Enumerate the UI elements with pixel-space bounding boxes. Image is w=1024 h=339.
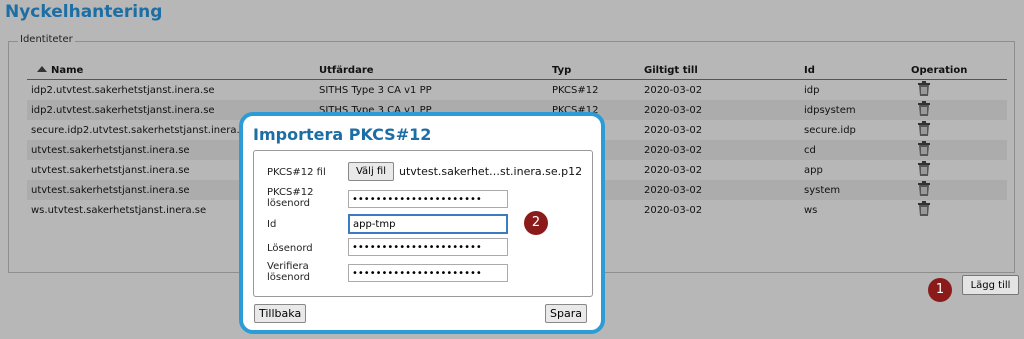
file-label: PKCS#12 fil <box>267 167 326 178</box>
cell-id: system <box>800 180 907 200</box>
pkcs-password-label: PKCS#12 lösenord <box>267 187 314 209</box>
id-label: Id <box>267 219 277 230</box>
cell-operation <box>907 160 1007 180</box>
cell-issuer: SITHS Type 3 CA v1 PP <box>319 84 432 96</box>
choose-file-button[interactable]: Välj fil <box>348 162 394 181</box>
back-button[interactable]: Tillbaka <box>254 304 307 323</box>
cell-valid: 2020-03-02 <box>644 84 703 96</box>
verify-password-field[interactable] <box>348 264 508 282</box>
trash-icon[interactable] <box>911 161 931 176</box>
step-marker-2: 2 <box>524 211 548 235</box>
cell-operation <box>907 200 1007 220</box>
cell-id: app <box>804 164 823 176</box>
column-header-name[interactable]: Name <box>27 62 315 80</box>
verify-password-label: Verifiera lösenord <box>267 261 310 283</box>
cell-name: idp2.utvtest.sakerhetstjanst.inera.se <box>31 84 215 96</box>
cell-operation <box>907 120 1007 140</box>
password-field[interactable] <box>348 238 508 256</box>
cell-id: ws <box>804 204 818 216</box>
password-label: Lösenord <box>267 243 313 254</box>
table-row[interactable]: idp2.utvtest.sakerhetstjanst.inera.se SIT… <box>27 80 1007 101</box>
page-title: Nyckelhantering <box>5 2 163 22</box>
step-marker-1: 1 <box>928 278 952 302</box>
cell-operation <box>907 80 1007 101</box>
selected-file-name: utvtest.sakerhet…st.inera.se.p12 <box>399 165 583 178</box>
identities-legend: Identiteter <box>18 34 75 45</box>
cell-valid: 2020-03-02 <box>644 204 703 216</box>
cell-valid: 2020-03-02 <box>640 100 800 120</box>
sort-ascending-icon <box>37 66 47 72</box>
table-header-row: Name Utfärdare Typ Giltigt till Id Opera… <box>27 62 1007 80</box>
cell-id: cd <box>800 140 907 160</box>
cell-id: idpsystem <box>800 100 907 120</box>
trash-icon[interactable] <box>911 81 931 96</box>
trash-icon[interactable] <box>911 141 931 156</box>
cell-valid: 2020-03-02 <box>644 124 703 136</box>
import-pkcs12-dialog: Importera PKCS#12 PKCS#12 fil Välj fil u… <box>239 112 605 334</box>
trash-icon[interactable] <box>911 181 931 196</box>
add-button[interactable]: Lägg till <box>962 275 1019 295</box>
cell-operation <box>907 100 1007 120</box>
cell-id: secure.idp <box>804 124 856 136</box>
column-header-issuer[interactable]: Utfärdare <box>315 62 548 80</box>
trash-icon[interactable] <box>911 201 931 216</box>
cell-id: idp <box>804 84 820 96</box>
column-header-valid[interactable]: Giltigt till <box>640 62 800 80</box>
id-field[interactable] <box>348 214 508 234</box>
cell-valid: 2020-03-02 <box>644 164 703 176</box>
pkcs-password-field[interactable] <box>348 190 508 208</box>
cell-type: PKCS#12 <box>552 84 599 96</box>
dialog-title: Importera PKCS#12 <box>253 125 432 144</box>
cell-operation <box>907 140 1007 160</box>
trash-icon[interactable] <box>911 101 931 116</box>
cell-valid: 2020-03-02 <box>640 140 800 160</box>
column-header-type[interactable]: Typ <box>548 62 640 80</box>
trash-icon[interactable] <box>911 121 931 136</box>
cell-operation <box>907 180 1007 200</box>
save-button[interactable]: Spara <box>545 304 587 323</box>
column-header-id[interactable]: Id <box>800 62 907 80</box>
cell-valid: 2020-03-02 <box>640 180 800 200</box>
column-header-operation: Operation <box>907 62 1007 80</box>
